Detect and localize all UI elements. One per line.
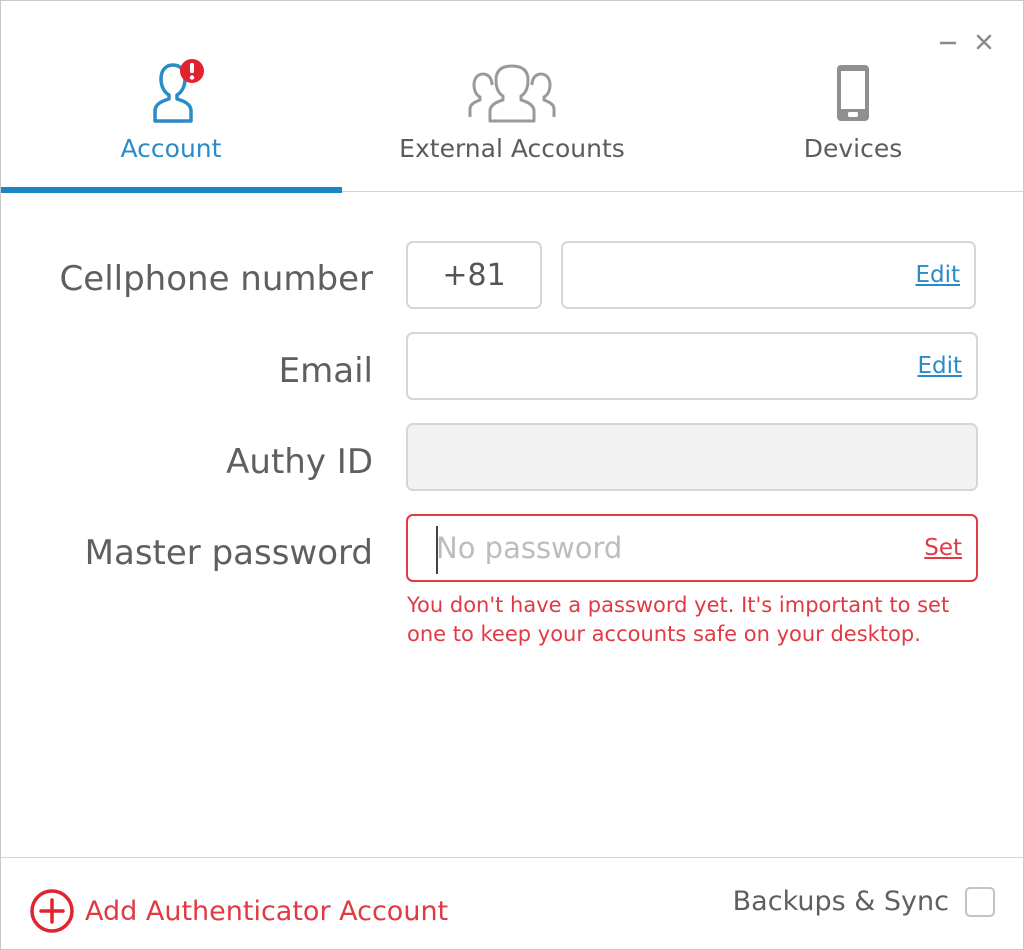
- backups-sync-label: Backups & Sync: [732, 886, 949, 917]
- tab-account[interactable]: Account: [1, 1, 342, 193]
- master-password-label: Master password: [84, 533, 373, 573]
- tab-external-accounts[interactable]: External Accounts: [342, 1, 682, 191]
- tab-account-label: Account: [120, 134, 222, 163]
- country-code-select[interactable]: +81: [406, 241, 542, 309]
- cellphone-field[interactable]: Edit: [561, 241, 976, 309]
- email-label: Email: [278, 351, 373, 391]
- add-authenticator-account-label: Add Authenticator Account: [85, 895, 449, 927]
- app-window: Account External Accounts Devices Cellph…: [0, 0, 1024, 950]
- tab-external-accounts-label: External Accounts: [399, 134, 625, 163]
- cellphone-label: Cellphone number: [59, 259, 373, 299]
- footer-bar: Add Authenticator Account Backups & Sync: [1, 857, 1023, 950]
- phone-icon: [837, 65, 869, 121]
- backups-sync-checkbox[interactable]: [965, 886, 995, 917]
- tab-devices[interactable]: Devices: [683, 1, 1023, 191]
- user-alert-icon: [153, 59, 204, 123]
- email-field[interactable]: Edit: [406, 332, 978, 400]
- master-password-field[interactable]: Set: [406, 514, 978, 582]
- cellphone-edit-link[interactable]: Edit: [915, 262, 960, 288]
- email-edit-link[interactable]: Edit: [917, 353, 962, 379]
- master-password-input[interactable]: [436, 531, 886, 565]
- text-caret: [436, 526, 438, 574]
- active-tab-indicator: [1, 187, 342, 193]
- authy-id-field: [406, 423, 978, 491]
- tab-bar: Account External Accounts Devices: [1, 1, 1023, 193]
- authy-id-label: Authy ID: [226, 442, 373, 482]
- master-password-error: You don't have a password yet. It's impo…: [407, 593, 950, 646]
- plus-circle-icon: [30, 889, 74, 933]
- master-password-set-link[interactable]: Set: [924, 535, 962, 561]
- tab-devices-label: Devices: [803, 134, 903, 163]
- users-group-icon: [468, 64, 556, 123]
- country-code-value: +81: [442, 257, 506, 293]
- backups-sync-toggle: Backups & Sync: [733, 886, 995, 917]
- add-authenticator-account-button[interactable]: Add Authenticator Account: [29, 888, 448, 934]
